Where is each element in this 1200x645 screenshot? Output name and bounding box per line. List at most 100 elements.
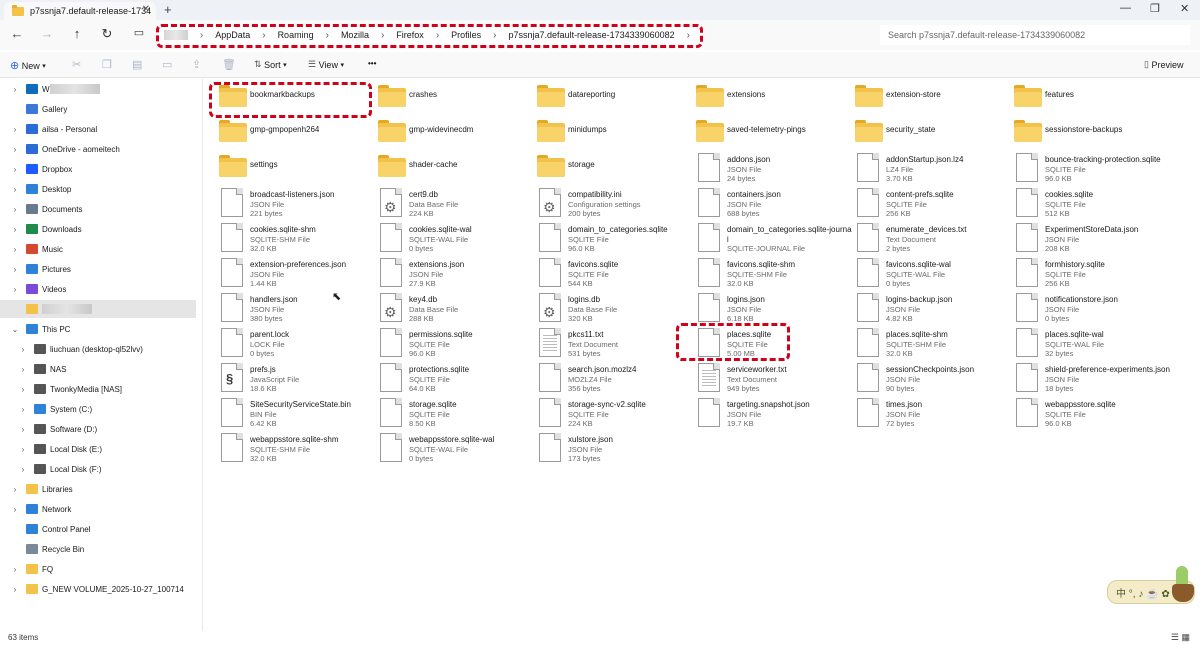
sidebar-item[interactable]: Recycle Bin xyxy=(0,540,196,558)
sidebar-item[interactable]: › ailsa - Personal xyxy=(0,120,196,138)
up-button[interactable]: ↑ xyxy=(68,26,86,41)
file-item[interactable]: extensions.json JSON File 27.9 KB xyxy=(364,257,519,291)
chevron-icon[interactable]: › xyxy=(10,125,20,134)
file-item[interactable]: xulstore.json JSON File 173 bytes xyxy=(523,432,678,466)
maximize-button[interactable]: ❐ xyxy=(1150,2,1160,15)
chevron-icon[interactable]: › xyxy=(10,185,20,194)
rename-icon[interactable]: ▭ xyxy=(162,58,172,71)
close-tab-icon[interactable]: ✕ xyxy=(142,4,150,15)
chevron-icon[interactable]: › xyxy=(18,385,28,394)
file-item[interactable]: formhistory.sqlite SQLITE File 256 KB xyxy=(1000,257,1155,291)
file-item[interactable]: ⚙ cert9.db Data Base File 224 KB xyxy=(364,187,519,221)
sidebar-item[interactable]: › Dropbox xyxy=(0,160,196,178)
file-item[interactable]: parent.lock LOCK File 0 bytes xyxy=(205,327,360,361)
chevron-icon[interactable]: › xyxy=(10,265,20,274)
file-item[interactable]: favicons.sqlite-shm SQLITE-SHM File 32.0 K… xyxy=(682,257,837,291)
chevron-icon[interactable]: › xyxy=(10,225,20,234)
sidebar-item[interactable]: › Music xyxy=(0,240,196,258)
chevron-icon[interactable]: › xyxy=(10,585,20,594)
file-item[interactable]: storage.sqlite SQLITE File 8.50 KB xyxy=(364,397,519,431)
copy-icon[interactable]: ❐ xyxy=(102,58,112,71)
file-item[interactable]: permissions.sqlite SQLITE File 96.0 KB xyxy=(364,327,519,361)
file-item[interactable]: favicons.sqlite-wal SQLITE-WAL File 0 byte… xyxy=(841,257,996,291)
folder-item[interactable]: crashes xyxy=(364,82,519,116)
this-pc-icon[interactable]: ▭ xyxy=(130,26,148,39)
chevron-icon[interactable]: ⌄ xyxy=(10,325,20,334)
sidebar-item[interactable]: › Local Disk (F:) xyxy=(0,460,196,478)
chevron-icon[interactable]: › xyxy=(18,465,28,474)
file-item[interactable]: pkcs11.txt Text Document 531 bytes xyxy=(523,327,678,361)
file-item[interactable]: cookies.sqlite-wal SQLITE-WAL File 0 bytes xyxy=(364,222,519,256)
sidebar-item[interactable]: › G_NEW VOLUME_2025-10-27_100714 xyxy=(0,580,196,598)
new-tab-button[interactable]: + xyxy=(164,2,172,17)
details-view-icon[interactable]: ☰ ▦ xyxy=(1171,632,1190,643)
chevron-icon[interactable]: › xyxy=(10,145,20,154)
folder-item[interactable]: datareporting xyxy=(523,82,678,116)
file-item[interactable]: enumerate_devices.txt Text Document 2 byte… xyxy=(841,222,996,256)
file-item[interactable]: § prefs.js JavaScript File 18.6 KB xyxy=(205,362,360,396)
file-item[interactable]: cookies.sqlite-shm SQLITE-SHM File 32.0 KB xyxy=(205,222,360,256)
file-item[interactable]: broadcast-listeners.json JSON File 221 byt… xyxy=(205,187,360,221)
sidebar-item[interactable]: › Local Disk (E:) xyxy=(0,440,196,458)
sort-button[interactable]: ⇅ Sort ▾ xyxy=(254,59,287,70)
file-item[interactable]: webappsstore.sqlite-wal SQLITE-WAL File 0 … xyxy=(364,432,519,466)
share-icon[interactable]: ⇪ xyxy=(192,58,201,71)
refresh-button[interactable]: ↻ xyxy=(98,26,116,42)
file-item[interactable]: addonStartup.json.lz4 LZ4 File 3.70 KB xyxy=(841,152,996,186)
chevron-icon[interactable]: › xyxy=(10,505,20,514)
close-window-button[interactable]: ✕ xyxy=(1180,2,1189,15)
folder-item[interactable]: extension-store xyxy=(841,82,996,116)
folder-item[interactable]: storage xyxy=(523,152,678,186)
sidebar-item[interactable]: › liuchuan (desktop-ql52lvv) xyxy=(0,340,196,358)
sidebar-item[interactable]: › Software (D:) xyxy=(0,420,196,438)
chevron-icon[interactable]: › xyxy=(10,85,20,94)
sidebar-item[interactable]: ⌄ This PC xyxy=(0,320,196,338)
sidebar-item[interactable]: › System (C:) xyxy=(0,400,196,418)
chevron-icon[interactable]: › xyxy=(18,445,28,454)
file-item[interactable]: webappsstore.sqlite-shm SQLITE-SHM File 32… xyxy=(205,432,360,466)
file-item[interactable]: ⚙ logins.db Data Base File 320 KB xyxy=(523,292,678,326)
folder-item[interactable]: security_state xyxy=(841,117,996,151)
sidebar-item[interactable]: › Pictures xyxy=(0,260,196,278)
folder-item[interactable]: gmp-gmpopenh264 xyxy=(205,117,360,151)
chevron-icon[interactable]: › xyxy=(18,425,28,434)
chevron-icon[interactable]: › xyxy=(10,285,20,294)
file-item[interactable]: domain_to_categories.sqlite-journa l SQLIT… xyxy=(682,222,852,256)
sidebar-item[interactable] xyxy=(0,300,196,318)
folder-item[interactable]: sessionstore-backups xyxy=(1000,117,1155,151)
chevron-icon[interactable]: › xyxy=(10,485,20,494)
file-item[interactable]: notificationstore.json JSON File 0 bytes xyxy=(1000,292,1155,326)
folder-item[interactable]: gmp-widevinecdm xyxy=(364,117,519,151)
file-item[interactable]: shield-preference-experiments.json JSON F… xyxy=(1000,362,1170,396)
file-item[interactable]: extension-preferences.json JSON File 1.44 … xyxy=(205,257,360,291)
file-item[interactable]: ExperimentStoreData.json JSON File 208 KB xyxy=(1000,222,1155,256)
folder-item[interactable]: minidumps xyxy=(523,117,678,151)
sidebar-item[interactable]: › Documents xyxy=(0,200,196,218)
sidebar-item[interactable]: › Libraries xyxy=(0,480,196,498)
file-item[interactable]: domain_to_categories.sqlite SQLITE File 96… xyxy=(523,222,678,256)
window-tab[interactable]: p7ssnja7.default-release-1734 ✕ xyxy=(4,2,156,20)
chevron-icon[interactable]: › xyxy=(10,165,20,174)
chevron-icon[interactable]: › xyxy=(18,365,28,374)
chevron-icon[interactable]: › xyxy=(18,345,28,354)
back-button[interactable]: ← xyxy=(8,26,26,41)
folder-item[interactable]: saved-telemetry-pings xyxy=(682,117,837,151)
file-item[interactable]: times.json JSON File 72 bytes xyxy=(841,397,996,431)
file-item[interactable]: sessionCheckpoints.json JSON File 90 bytes xyxy=(841,362,996,396)
search-input[interactable]: Search p7ssnja7.default-release-17343390… xyxy=(880,25,1190,45)
file-item[interactable]: ⚙ compatibility.ini Configuration settings… xyxy=(523,187,678,221)
file-item[interactable]: containers.json JSON File 688 bytes xyxy=(682,187,837,221)
chevron-icon[interactable]: › xyxy=(10,565,20,574)
chevron-icon[interactable]: › xyxy=(10,245,20,254)
sidebar-item[interactable]: › TwonkyMedia [NAS] xyxy=(0,380,196,398)
sidebar-item[interactable]: Control Panel xyxy=(0,520,196,538)
sidebar-item[interactable]: › Videos xyxy=(0,280,196,298)
file-item[interactable]: favicons.sqlite SQLITE File 544 KB xyxy=(523,257,678,291)
file-item[interactable]: content-prefs.sqlite SQLITE File 256 KB xyxy=(841,187,996,221)
sidebar-item[interactable]: › OneDrive - aomeitech xyxy=(0,140,196,158)
file-item[interactable]: webappsstore.sqlite SQLITE File 96.0 KB xyxy=(1000,397,1155,431)
new-button[interactable]: ⊕ New ▾ xyxy=(10,59,46,72)
preview-button[interactable]: ▯ Preview xyxy=(1144,59,1183,70)
forward-button[interactable]: → xyxy=(38,26,56,41)
file-item[interactable]: targeting.snapshot.json JSON File 19.7 KB xyxy=(682,397,837,431)
